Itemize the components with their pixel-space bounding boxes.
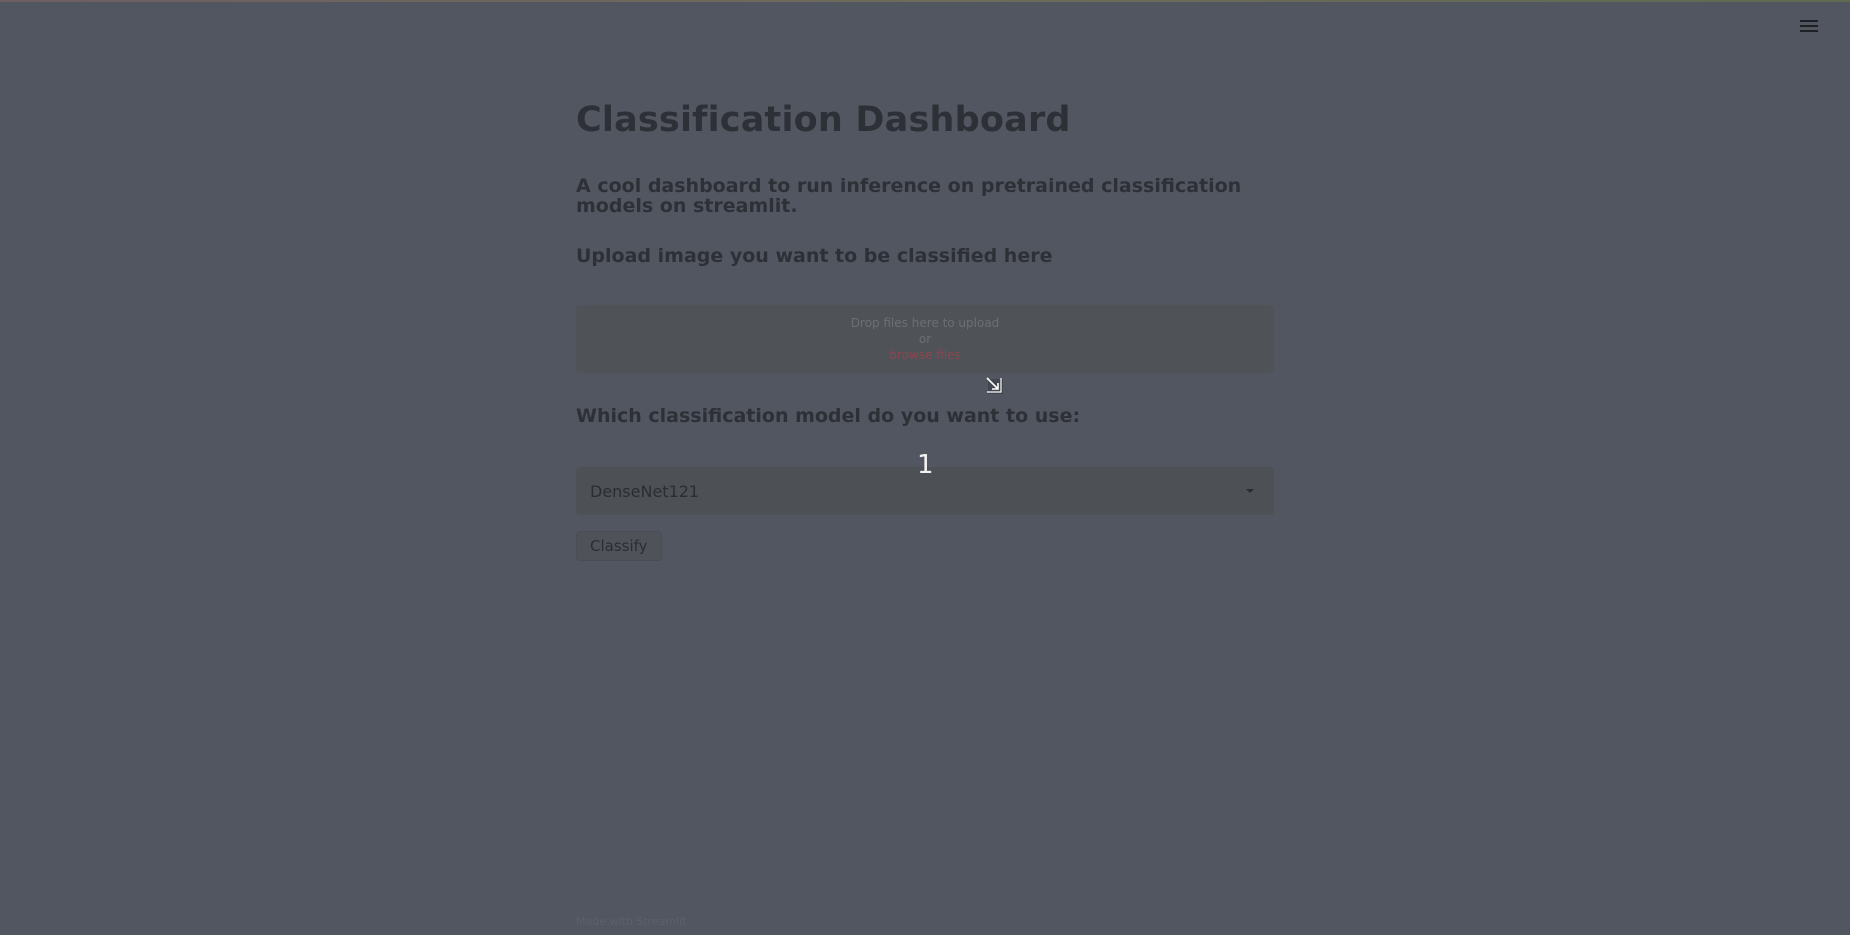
dropzone-or: or	[918, 332, 932, 346]
upload-label: Upload image you want to be classified h…	[576, 245, 1053, 267]
model-select-value: DenseNet121	[590, 481, 700, 501]
dropzone-instruction: Drop files here to upload	[850, 316, 1000, 330]
resize-cursor-icon	[986, 377, 1003, 394]
chevron-down-icon	[1246, 489, 1254, 493]
classify-button[interactable]: Classify	[576, 531, 662, 561]
file-dropzone[interactable]: Drop files here to upload or browse file…	[576, 305, 1274, 373]
browse-files-link[interactable]: browse files	[576, 347, 1274, 363]
page-title: Classification Dashboard	[576, 100, 1071, 140]
top-decoration-bar	[0, 0, 1850, 2]
footer-text: Made with Streamlit	[576, 915, 687, 928]
step-number-marker: 1	[917, 450, 934, 480]
hamburger-menu-icon[interactable]	[1800, 18, 1818, 34]
page-subtitle: A cool dashboard to run inference on pre…	[576, 175, 1242, 217]
model-select-label: Which classification model do you want t…	[576, 405, 1081, 427]
